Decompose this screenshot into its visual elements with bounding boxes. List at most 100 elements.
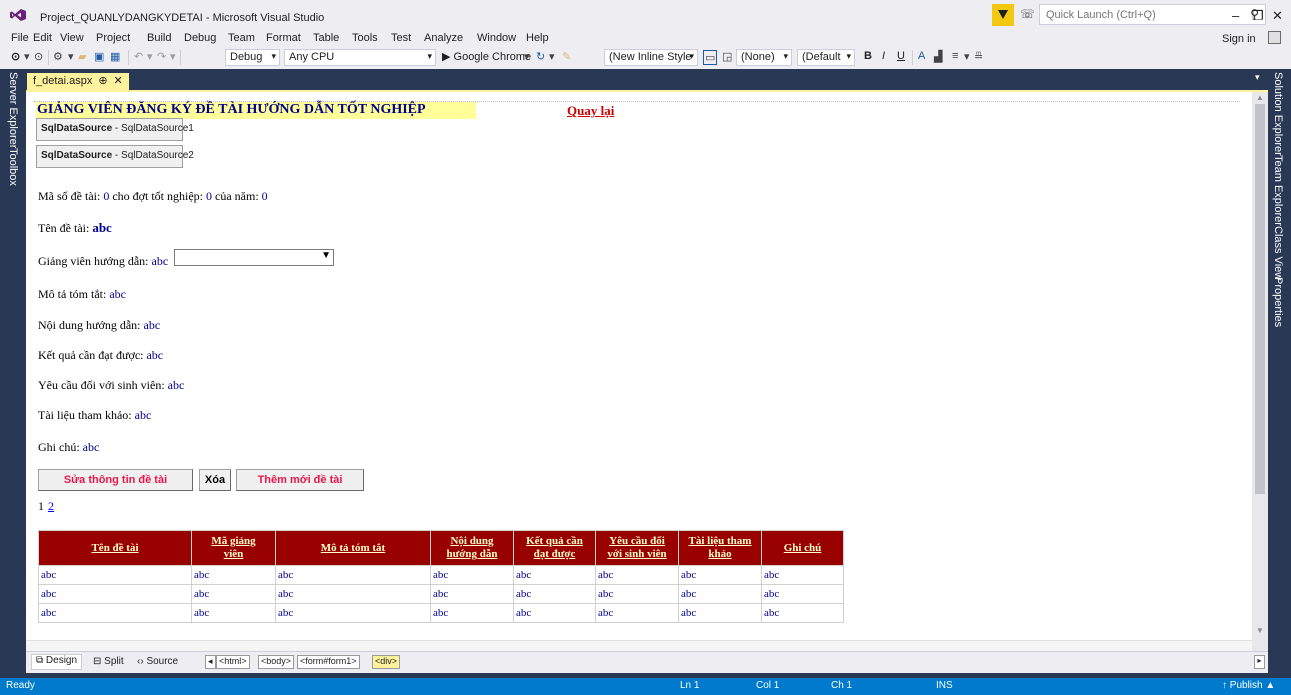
split-view-tab[interactable]: ⊟ Split [93,656,124,667]
document-tab-f-detai[interactable]: f_detai.aspx ⊕ ✕ [27,73,129,90]
close-tab-icon[interactable]: ✕ [114,75,123,87]
tag-scroll-right-icon[interactable]: ▸ [1254,655,1265,669]
show-overlay-icon[interactable]: ◲ [722,50,732,63]
menu-window[interactable]: Window [477,32,516,44]
scrollbar-thumb[interactable] [1255,104,1265,494]
open-file-icon[interactable]: ▰ [78,50,86,63]
class-view-tab[interactable]: Class View [1272,226,1284,280]
menu-build[interactable]: Build [147,32,171,44]
dropdown-arrow-icon[interactable]: ▾ [549,50,555,63]
save-icon[interactable]: ▣ [94,50,104,63]
sqldatasource1-control[interactable]: SqlDataSource - SqlDataSource1 [36,118,194,141]
new-project-icon[interactable]: ⚙ [53,50,63,63]
supervisor-dropdown[interactable]: ▼ [174,249,334,266]
grid-header-references[interactable]: Tài liệu tham khảo [678,530,762,566]
table-cell: abc [513,603,596,623]
team-explorer-tab[interactable]: Team Explorer [1272,155,1284,226]
document-tab-bar [26,69,1268,90]
navigate-forward-icon[interactable]: ⊙ [34,50,43,63]
restore-button[interactable]: ❐ [1252,8,1264,24]
pin-icon[interactable]: ⊕ [98,75,107,87]
bold-button[interactable]: B [864,50,872,62]
redo-icon[interactable]: ↷ [157,50,166,63]
menu-view[interactable]: View [60,32,84,44]
scrollbar-corner [1252,640,1268,651]
grid-header-lecturer-id[interactable]: Mã giảng viên [191,530,276,566]
properties-tab[interactable]: Properties [1272,277,1284,327]
menu-test[interactable]: Test [391,32,411,44]
breadcrumb-div[interactable]: <div> [372,655,401,669]
menu-format[interactable]: Format [266,32,301,44]
grid-header-expected-results[interactable]: Kết quả cần đạt được [513,530,596,566]
undo-icon[interactable]: ↶ [134,50,143,63]
browser-link-icon[interactable]: ✎ [562,50,571,63]
menu-project[interactable]: Project [96,32,130,44]
save-all-icon[interactable]: ▦ [110,50,120,63]
justify-icon[interactable]: ≡ [952,50,958,62]
grid-header-student-requirements[interactable]: Yêu cầu đối với sinh viên [595,530,679,566]
dropdown-arrow-icon[interactable]: ▾ [524,50,530,63]
menu-help[interactable]: Help [526,32,549,44]
font-name-dropdown[interactable]: (Default ▾ [797,49,855,66]
toolbox-tab[interactable]: Toolbox [7,148,19,186]
publish-button[interactable]: ↑ Publish ▲ [1222,680,1275,691]
menu-debug[interactable]: Debug [184,32,216,44]
foreground-color-icon[interactable]: A [918,50,925,62]
scroll-up-icon[interactable]: ▲ [1256,93,1264,102]
dropdown-arrow-icon[interactable]: ▾ [170,50,176,63]
notification-flag-icon[interactable] [992,4,1014,26]
dropdown-arrow-icon[interactable]: ▾ [24,50,30,63]
grid-header-summary[interactable]: Mô tả tóm tắt [275,530,431,566]
edit-topic-button[interactable]: Sửa thông tin đề tài [38,469,193,491]
delete-topic-button[interactable]: Xóa [199,469,231,491]
menu-edit[interactable]: Edit [33,32,52,44]
breadcrumb-body[interactable]: <body> [258,655,295,669]
apply-new-style-icon[interactable]: ▭ [703,50,718,65]
breadcrumb-form[interactable]: <form#form1> [297,655,360,669]
server-explorer-tab[interactable]: Server Explorer [7,72,19,148]
close-window-button[interactable]: ✕ [1272,8,1283,24]
navigate-back-icon[interactable]: ⊙ [11,50,20,63]
menu-tools[interactable]: Tools [352,32,378,44]
italic-button[interactable]: I [882,50,885,62]
feedback-icon[interactable]: ☏ [1020,7,1035,21]
scroll-down-icon[interactable]: ▼ [1256,626,1264,635]
sign-in-link[interactable]: Sign in [1222,33,1256,45]
minimize-button[interactable]: – [1232,8,1239,23]
solution-explorer-tab[interactable]: Solution Explorer [1272,72,1284,156]
solution-configuration-dropdown[interactable]: Debug ▾ [225,49,280,66]
menu-team[interactable]: Team [228,32,255,44]
background-color-icon[interactable]: ▟ [934,50,942,63]
menu-table[interactable]: Table [313,32,339,44]
breadcrumb-html[interactable]: <html> [216,655,250,669]
grid-header-topic-name[interactable]: Tên đề tài [38,530,192,566]
quick-launch-input[interactable] [1040,5,1230,24]
grid-header-notes[interactable]: Ghi chú [761,530,844,566]
refresh-icon[interactable]: ↻ [536,50,545,63]
vertical-scrollbar[interactable]: ▲ ▼ [1252,92,1268,640]
target-rule-dropdown[interactable]: (None) ▾ [736,49,792,66]
source-view-tab[interactable]: ‹› Source [137,656,178,667]
dropdown-arrow-icon[interactable]: ▾ [147,50,153,63]
dropdown-arrow-icon[interactable]: ▾ [964,50,970,63]
new-inline-style-dropdown[interactable]: (New Inline Style ▾ [604,49,698,66]
notes-line: Ghi chú: abc [38,440,100,454]
design-view-tab[interactable]: ⧉ Design [31,654,83,670]
menu-analyze[interactable]: Analyze [424,32,463,44]
solution-platform-dropdown[interactable]: Any CPU ▾ [284,49,436,66]
horizontal-scrollbar[interactable] [26,640,1252,651]
tag-scroll-left-icon[interactable]: ◂ [205,655,216,669]
tab-list-dropdown-icon[interactable]: ▾ [1255,72,1260,83]
start-debugging-button[interactable]: ▶ Google Chrome [442,50,531,63]
menu-file[interactable]: File [11,32,29,44]
dropdown-arrow-icon[interactable]: ▾ [68,50,74,63]
account-icon[interactable] [1268,31,1281,44]
grid-header-guidance-content[interactable]: Nội dung hướng dẫn [430,530,514,566]
back-link[interactable]: Quay lại [567,103,614,119]
design-surface[interactable]: GIẢNG VIÊN ĐĂNG KÝ ĐỀ TÀI HƯỚNG DẪN TỐT … [26,92,1252,640]
bullets-icon[interactable]: ≞ [974,50,983,63]
pager-page-link[interactable]: 2 [48,499,54,513]
add-topic-button[interactable]: Thêm mới đề tài [236,469,364,491]
underline-button[interactable]: U [897,50,905,62]
sqldatasource2-control[interactable]: SqlDataSource - SqlDataSource2 [36,145,194,168]
